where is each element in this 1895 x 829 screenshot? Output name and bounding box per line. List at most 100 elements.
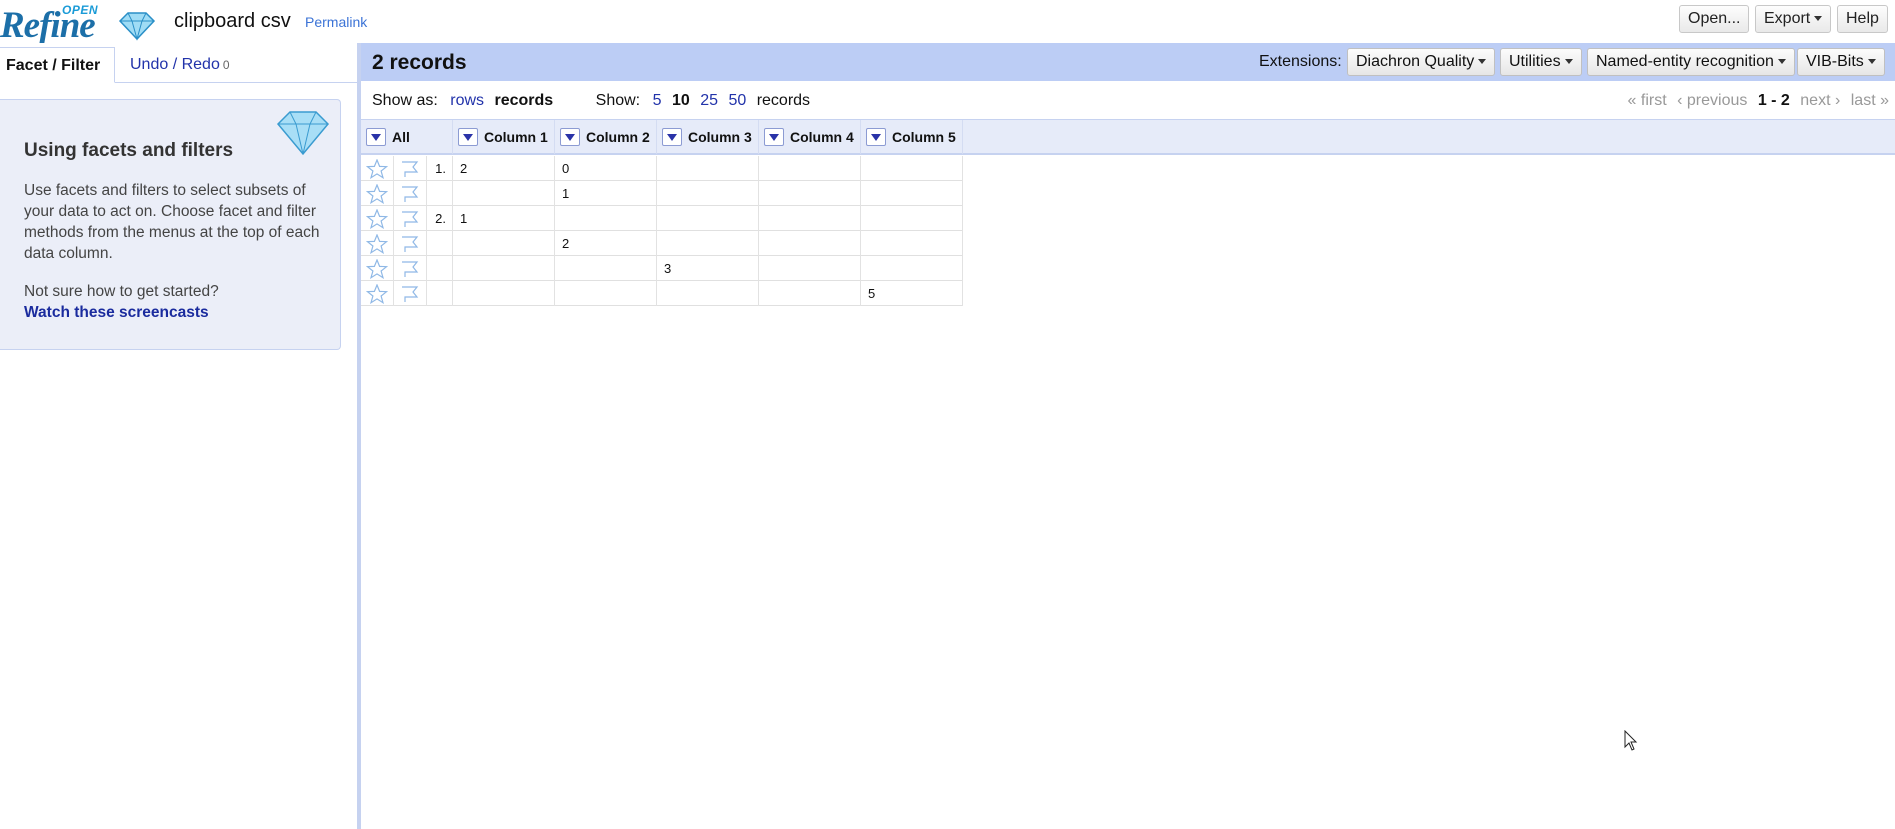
flag-icon[interactable]	[394, 281, 427, 306]
screencasts-link[interactable]: Watch these screencasts	[24, 304, 209, 322]
diachron-quality-menu[interactable]: Diachron Quality	[1347, 48, 1496, 76]
column-menu-dropdown-icon[interactable]	[458, 127, 478, 146]
table-cell[interactable]	[555, 256, 657, 281]
flag-icon[interactable]	[394, 181, 427, 206]
column-header-3[interactable]: Column 3	[657, 120, 759, 154]
record-index	[427, 281, 453, 306]
star-icon[interactable]	[361, 231, 394, 256]
pager-next[interactable]: next ›	[1800, 92, 1840, 109]
table-cell[interactable]: 1	[555, 181, 657, 206]
table-cell[interactable]	[861, 156, 963, 181]
table-cell[interactable]	[657, 156, 759, 181]
tab-facet-filter[interactable]: Facet / Filter	[0, 47, 115, 83]
table-cell[interactable]	[759, 156, 861, 181]
column-header-label: Column 3	[688, 129, 752, 145]
table-cell[interactable]	[657, 231, 759, 256]
show-as-rows-link[interactable]: rows	[450, 92, 484, 109]
named-entity-recognition-menu[interactable]: Named-entity recognition	[1587, 48, 1795, 76]
table-cell[interactable]	[861, 231, 963, 256]
table-cell[interactable]	[453, 256, 555, 281]
column-menu-dropdown-icon[interactable]	[366, 127, 386, 146]
table-cell[interactable]	[453, 281, 555, 306]
extensions-label: Extensions:	[1259, 53, 1342, 70]
pager-previous[interactable]: ‹ previous	[1677, 92, 1747, 109]
table-cell[interactable]	[759, 206, 861, 231]
column-header-label: Column 4	[790, 129, 854, 145]
chevron-down-icon	[1777, 59, 1786, 65]
table-cell[interactable]: 1	[453, 206, 555, 231]
star-icon[interactable]	[361, 281, 394, 306]
table-cell[interactable]	[759, 231, 861, 256]
column-header-4[interactable]: Column 4	[759, 120, 861, 154]
vib-bits-label: VIB-Bits	[1806, 53, 1864, 70]
table-cell[interactable]	[555, 281, 657, 306]
chevron-down-icon	[1564, 59, 1573, 65]
flag-icon[interactable]	[394, 231, 427, 256]
column-menu-dropdown-icon[interactable]	[662, 127, 682, 146]
table-cell[interactable]	[861, 181, 963, 206]
column-header-5[interactable]: Column 5	[861, 120, 963, 154]
help-text: Use facets and filters to select subsets…	[24, 182, 320, 262]
openrefine-logo[interactable]: OPEN Refine	[0, 2, 158, 46]
table-cell[interactable]: 5	[861, 281, 963, 306]
record-index: 1.	[427, 156, 453, 181]
page-size-50-link[interactable]: 50	[728, 92, 746, 109]
record-index: 2.	[427, 206, 453, 231]
table-cell[interactable]	[657, 206, 759, 231]
chevron-down-icon	[1814, 16, 1823, 22]
table-cell[interactable]	[453, 231, 555, 256]
table-row: 1. 2 0	[361, 156, 963, 181]
table-cell[interactable]	[861, 206, 963, 231]
utilities-label: Utilities	[1509, 53, 1561, 70]
page-size-25-link[interactable]: 25	[700, 92, 718, 109]
column-menu-dropdown-icon[interactable]	[764, 127, 784, 146]
pager: « first ‹ previous 1 - 2 next › last »	[1628, 92, 1889, 110]
column-header-2[interactable]: Column 2	[555, 120, 657, 154]
table-cell[interactable]: 2	[453, 156, 555, 181]
table-row: 5	[361, 281, 963, 306]
table-cell[interactable]: 0	[555, 156, 657, 181]
pager-last[interactable]: last »	[1851, 92, 1889, 109]
column-menu-dropdown-icon[interactable]	[560, 127, 580, 146]
flag-icon[interactable]	[394, 156, 427, 181]
open-button[interactable]: Open...	[1679, 5, 1750, 33]
star-icon[interactable]	[361, 156, 394, 181]
table-cell[interactable]: 2	[555, 231, 657, 256]
column-menu-dropdown-icon[interactable]	[866, 127, 886, 146]
vib-bits-menu[interactable]: VIB-Bits	[1797, 48, 1885, 76]
table-cell[interactable]	[759, 256, 861, 281]
export-button[interactable]: Export	[1755, 5, 1832, 33]
pager-first[interactable]: « first	[1628, 92, 1667, 109]
permalink-link[interactable]: Permalink	[305, 14, 367, 30]
help-question: Not sure how to get started?	[24, 283, 219, 300]
column-header-all[interactable]: All	[361, 120, 453, 154]
header: OPEN Refine clipboard csv Permalink Open…	[0, 0, 1895, 46]
star-icon[interactable]	[361, 206, 394, 231]
column-header-1[interactable]: Column 1	[453, 120, 555, 154]
help-button[interactable]: Help	[1837, 5, 1888, 33]
chevron-down-icon	[1867, 59, 1876, 65]
table-cell[interactable]: 3	[657, 256, 759, 281]
flag-icon[interactable]	[394, 206, 427, 231]
star-icon[interactable]	[361, 181, 394, 206]
page-size-suffix: records	[756, 92, 811, 109]
summary-bar: 2 records Extensions: Diachron Quality U…	[361, 43, 1895, 81]
star-icon[interactable]	[361, 256, 394, 281]
utilities-menu[interactable]: Utilities	[1500, 48, 1582, 76]
column-header-all-label: All	[392, 129, 410, 145]
table-cell[interactable]	[759, 181, 861, 206]
project-name[interactable]: clipboard csv	[174, 10, 291, 33]
table-header-row: All Column 1 Column 2 Column 3 Column 4 …	[361, 119, 1895, 155]
table-cell[interactable]	[453, 181, 555, 206]
table-cell[interactable]	[555, 206, 657, 231]
flag-icon[interactable]	[394, 256, 427, 281]
tab-undo-redo-label: Undo / Redo	[130, 56, 220, 73]
tab-undo-redo[interactable]: Undo / Redo 0	[124, 47, 264, 83]
page-size-5-link[interactable]: 5	[653, 92, 662, 109]
table-cell[interactable]	[657, 181, 759, 206]
show-as-records-current: records	[494, 92, 554, 109]
table-cell[interactable]	[759, 281, 861, 306]
column-header-label: Column 1	[484, 129, 548, 145]
table-cell[interactable]	[861, 256, 963, 281]
table-cell[interactable]	[657, 281, 759, 306]
